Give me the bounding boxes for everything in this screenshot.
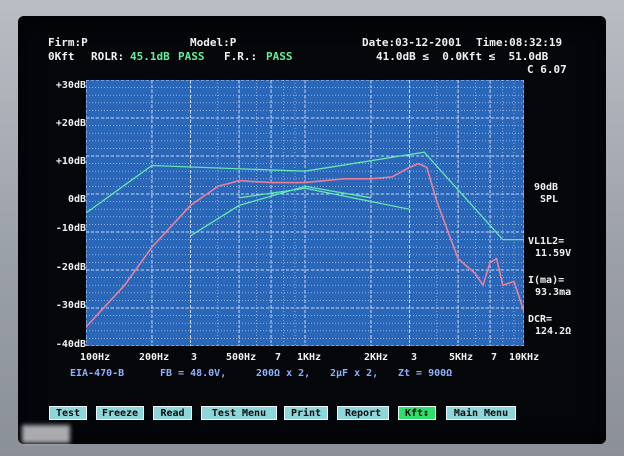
kft-label: 0Kft bbox=[48, 50, 75, 63]
x-tick: 5KHz bbox=[449, 352, 474, 363]
x-tick: 3 bbox=[191, 352, 198, 363]
c-value: C 6.07 bbox=[527, 63, 567, 76]
vl1l2-label: VL1L2= bbox=[528, 236, 565, 247]
rolr-status: PASS bbox=[178, 50, 205, 63]
limit-line-mid bbox=[239, 187, 410, 210]
dcr-value: 124.2Ω bbox=[535, 326, 572, 337]
x-tick: 200Hz bbox=[139, 352, 170, 363]
kft-toggle-button[interactable]: Kft↕ bbox=[398, 406, 436, 420]
fr-status: PASS bbox=[266, 50, 293, 63]
ima-value: 93.3ma bbox=[535, 287, 572, 298]
print-button[interactable]: Print bbox=[284, 406, 328, 420]
model-label: Model:P bbox=[190, 36, 237, 49]
test-button[interactable]: Test bbox=[49, 406, 87, 420]
zt-label: Zt = 900Ω bbox=[398, 368, 453, 379]
x-tick: 2KHz bbox=[364, 352, 389, 363]
y-tick: +30dB bbox=[55, 80, 86, 91]
y-tick: -20dB bbox=[55, 262, 86, 273]
x-tick: 3 bbox=[411, 352, 418, 363]
x-tick: 100Hz bbox=[80, 352, 111, 363]
y-tick: +20dB bbox=[55, 118, 86, 129]
report-button[interactable]: Report bbox=[337, 406, 389, 420]
dcr-label: DCR= bbox=[528, 314, 553, 325]
blurred-region bbox=[22, 425, 70, 443]
freeze-button[interactable]: Freeze bbox=[96, 406, 144, 420]
spl-label: SPL bbox=[540, 194, 559, 205]
x-tick: 7 bbox=[491, 352, 498, 363]
vl1l2-value: 11.59V bbox=[535, 248, 572, 259]
y-tick: -10dB bbox=[55, 223, 86, 234]
fb-label: FB = 48.0V, bbox=[160, 368, 227, 379]
main-menu-button[interactable]: Main Menu bbox=[446, 406, 516, 420]
y-tick: -30dB bbox=[55, 300, 86, 311]
y-tick: 0dB bbox=[67, 194, 86, 205]
firm-label: Firm:P bbox=[48, 36, 88, 49]
y-tick: -40dB bbox=[55, 339, 86, 350]
x-tick: 500Hz bbox=[226, 352, 257, 363]
x-tick: 10KHz bbox=[509, 352, 540, 363]
range-label: 41.0dB ≤ 0.0Kft ≤ 51.0dB bbox=[376, 50, 549, 63]
x-tick: 7 bbox=[275, 352, 282, 363]
time-label: Time:08:32:19 bbox=[476, 36, 563, 49]
date-label: Date:03-12-2001 bbox=[362, 36, 462, 49]
frequency-response-plot bbox=[85, 79, 525, 347]
test-menu-button[interactable]: Test Menu bbox=[201, 406, 277, 420]
y-tick: +10dB bbox=[55, 156, 86, 167]
fr-label: F.R.: bbox=[224, 50, 258, 63]
read-button[interactable]: Read bbox=[153, 406, 192, 420]
rolr-value: 45.1dB bbox=[130, 50, 170, 63]
ima-label: I(ma)= bbox=[528, 275, 565, 286]
capacitance-label: 2μF x 2, bbox=[330, 368, 379, 379]
standard-label: EIA-470-B bbox=[70, 368, 125, 379]
rolr-label: ROLR: bbox=[91, 50, 125, 63]
x-tick: 1KHz bbox=[297, 352, 322, 363]
resistance-label: 200Ω x 2, bbox=[256, 368, 311, 379]
spl-value: 90dB bbox=[534, 182, 559, 193]
plot-canvas bbox=[85, 79, 525, 347]
